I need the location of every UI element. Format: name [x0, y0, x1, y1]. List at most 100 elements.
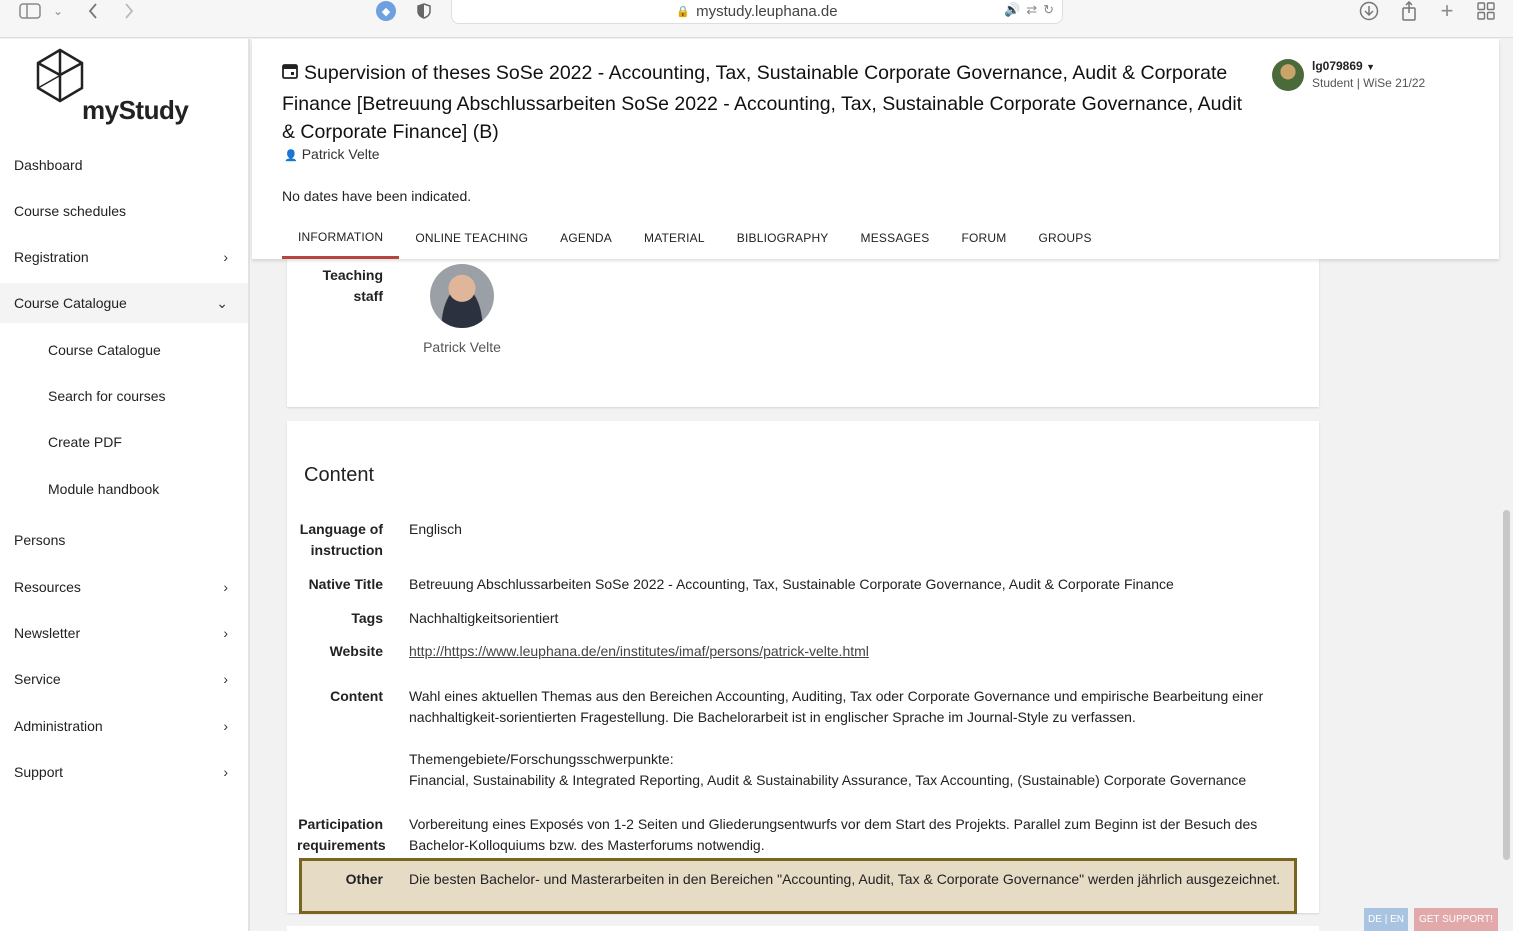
language-switch-button[interactable]: DE | EN — [1364, 908, 1408, 931]
cube-logo-icon — [36, 48, 84, 103]
sidebar-item-label: Create PDF — [48, 434, 122, 450]
lecturer-name: Patrick Velte — [301, 146, 380, 162]
other-label: Other — [345, 871, 383, 887]
native-title-label: Native Title — [308, 576, 383, 592]
sidebar-item-label: Persons — [14, 532, 66, 548]
chevron-down-icon: ⌄ — [216, 294, 228, 311]
download-icon[interactable] — [1358, 0, 1380, 22]
sidebar-item-label: Newsletter — [14, 625, 81, 641]
sidebar-item-label: Course Catalogue — [48, 342, 161, 358]
label-line: requirements — [297, 837, 386, 853]
label-line: staff — [353, 288, 383, 304]
user-role: Student | WiSe 21/22 — [1312, 76, 1426, 90]
sidebar-item-resources[interactable]: Resources › — [0, 567, 248, 607]
sidebar-item-administration[interactable]: Administration › — [0, 706, 248, 746]
tab-bibliography[interactable]: BIBLIOGRAPHY — [721, 217, 845, 259]
url-text: mystudy.leuphana.de — [696, 3, 838, 20]
sidebar-item-label: Course Catalogue — [14, 295, 127, 311]
address-bar[interactable]: 🔒 mystudy.leuphana.de 🔊 ⇄ ↻ — [451, 0, 1063, 24]
avatar[interactable] — [1272, 59, 1304, 91]
chevron-right-icon: › — [223, 718, 228, 734]
label-line: Language of — [299, 521, 383, 537]
chevron-right-icon: › — [223, 764, 228, 780]
section-title: Content — [304, 464, 375, 486]
tab-agenda[interactable]: AGENDA — [544, 217, 628, 259]
tab-messages[interactable]: MESSAGES — [845, 217, 946, 259]
sidebar-subitem-create-pdf[interactable]: Create PDF — [0, 422, 248, 462]
sidebar-item-support[interactable]: Support › — [0, 752, 248, 792]
lock-icon: 🔒 — [676, 6, 691, 18]
get-support-button[interactable]: GET SUPPORT! — [1414, 908, 1498, 931]
privacy-shield-icon[interactable]: ◆ — [376, 1, 396, 21]
participation-value: Vorbereitung eines Exposés von 1-2 Seite… — [409, 816, 1258, 853]
back-icon[interactable] — [84, 0, 102, 22]
sidebar-subitem-course-catalogue[interactable]: Course Catalogue — [0, 330, 248, 370]
label-line: Teaching — [322, 267, 383, 283]
teaching-staff-label: Teaching staff — [297, 265, 383, 307]
tags-value: Nachhaltigkeitsorientiert — [409, 610, 559, 626]
tab-forum[interactable]: FORUM — [945, 217, 1022, 259]
teaching-staff-card: Teaching staff Patrick Velte — [287, 259, 1319, 407]
sidebar-item-service[interactable]: Service › — [0, 659, 248, 699]
tab-groups[interactable]: GROUPS — [1022, 217, 1107, 259]
page-title: Supervision of theses SoSe 2022 - Accoun… — [282, 59, 1257, 147]
chevron-down-icon[interactable]: ⌄ — [50, 0, 66, 22]
sidebar-item-dashboard[interactable]: Dashboard — [0, 145, 248, 185]
forward-icon[interactable] — [120, 0, 138, 22]
tags-label: Tags — [351, 610, 383, 626]
sidebar-item-label: Dashboard — [14, 157, 83, 173]
tab-overview-icon[interactable] — [1475, 0, 1497, 22]
language-label: Language of instruction — [297, 519, 383, 561]
chevron-right-icon: › — [223, 249, 228, 265]
new-tab-icon[interactable]: + — [1436, 0, 1458, 23]
reload-icon[interactable]: ↻ — [1043, 2, 1054, 18]
course-header: Supervision of theses SoSe 2022 - Accoun… — [252, 39, 1499, 259]
chevron-right-icon: › — [223, 625, 228, 641]
language-value: Englisch — [409, 521, 462, 537]
tab-material[interactable]: MATERIAL — [628, 217, 721, 259]
lecturer: 👤 Patrick Velte — [284, 146, 380, 162]
sidebar-subitem-search-courses[interactable]: Search for courses — [0, 376, 248, 416]
share-icon[interactable] — [1398, 0, 1420, 22]
content-description: Wahl eines aktuellen Themas aus den Bere… — [409, 688, 1264, 725]
website-label: Website — [329, 643, 383, 659]
sidebar-item-course-schedules[interactable]: Course schedules — [0, 191, 248, 231]
sidebar-item-label: Service — [14, 671, 61, 687]
staff-name[interactable]: Patrick Velte — [393, 339, 531, 355]
tab-information[interactable]: INFORMATION — [282, 217, 400, 259]
sidebar: myStudy Dashboard Course schedules Regis… — [0, 39, 250, 931]
tab-online-teaching[interactable]: ONLINE TEACHING — [399, 217, 544, 259]
speaker-icon[interactable]: 🔊 — [1004, 2, 1020, 18]
half-shield-icon[interactable] — [414, 0, 434, 22]
mystudy-logo[interactable]: myStudy — [32, 45, 189, 125]
course-tabs: INFORMATION ONLINE TEACHING AGENDA MATER… — [282, 217, 1108, 259]
username[interactable]: lg079869 ▼ — [1312, 59, 1375, 73]
native-title-value: Betreuung Abschlussarbeiten SoSe 2022 - … — [409, 576, 1174, 592]
sidebar-item-newsletter[interactable]: Newsletter › — [0, 613, 248, 653]
other-value: Die besten Bachelor- und Masterarbeiten … — [409, 871, 1281, 887]
website-link[interactable]: http://https://www.leuphana.de/en/instit… — [409, 641, 869, 662]
dates-info: No dates have been indicated. — [282, 188, 472, 204]
participation-label: Participation requirements — [297, 814, 386, 856]
label-line: Participation — [298, 816, 383, 832]
staff-photo[interactable] — [430, 264, 494, 328]
label-line: instruction — [310, 542, 383, 558]
sidebar-toggle-icon[interactable] — [18, 0, 42, 22]
sidebar-item-course-catalogue[interactable]: Course Catalogue ⌄ — [0, 283, 248, 323]
scrollbar[interactable] — [1503, 510, 1510, 860]
calendar-icon — [282, 61, 298, 90]
sidebar-item-label: Administration — [14, 718, 103, 734]
sidebar-item-label: Support — [14, 764, 64, 780]
sidebar-item-persons[interactable]: Persons — [0, 520, 248, 560]
content-label: Content — [330, 688, 383, 704]
sidebar-item-label: Registration — [14, 249, 89, 265]
sidebar-item-label: Module handbook — [48, 481, 160, 497]
next-card — [287, 926, 1319, 931]
research-topics: Financial, Sustainability & Integrated R… — [409, 772, 1247, 788]
sidebar-subitem-module-handbook[interactable]: Module handbook — [0, 469, 248, 509]
sidebar-item-label: Course schedules — [14, 203, 127, 219]
caret-down-icon: ▼ — [1366, 62, 1375, 72]
chevron-right-icon: › — [223, 671, 228, 687]
sidebar-item-registration[interactable]: Registration › — [0, 237, 248, 277]
translate-icon[interactable]: ⇄ — [1026, 2, 1037, 18]
